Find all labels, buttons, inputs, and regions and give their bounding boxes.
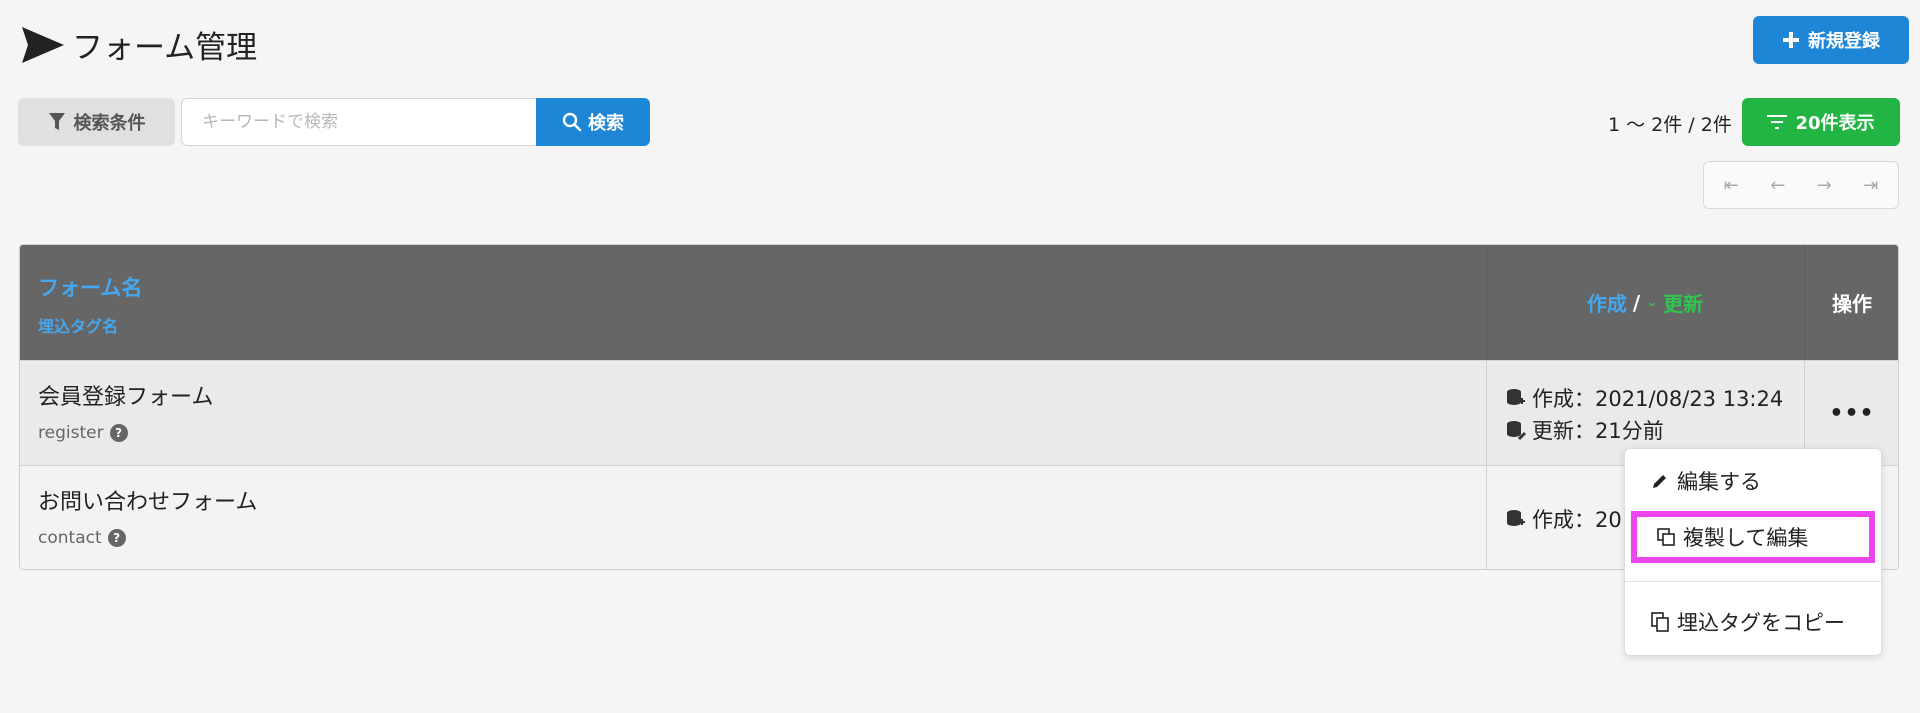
search-button[interactable]: 検索: [536, 98, 650, 146]
prev-page-icon[interactable]: ←: [1758, 175, 1798, 196]
help-icon[interactable]: ?: [107, 529, 126, 547]
header-tag-name[interactable]: 埋込タグ名: [38, 313, 118, 337]
search-button-label: 検索: [588, 113, 624, 134]
new-register-label: 新規登録: [1808, 31, 1880, 52]
chevron-down-icon: ⌄: [1646, 295, 1658, 310]
updated-date: 更新：21分前: [1506, 415, 1664, 445]
copy-icon: [1651, 612, 1669, 632]
page-header: フォーム管理: [20, 22, 257, 67]
forms-table: フォーム名 埋込タグ名 作成 / ⌄ 更新 操作 会員登録フォーム regist…: [19, 244, 1899, 570]
new-register-button[interactable]: 新規登録: [1753, 16, 1909, 64]
menu-item-edit[interactable]: 編集する: [1625, 459, 1881, 503]
per-page-button[interactable]: 20件表示: [1742, 98, 1900, 146]
database-plus-icon: [1507, 389, 1525, 405]
search-conditions-label: 検索条件: [73, 113, 146, 134]
pencil-icon: [1653, 475, 1666, 488]
form-name[interactable]: 会員登録フォーム: [38, 379, 213, 411]
form-tag-text: contact: [38, 528, 102, 548]
table-row[interactable]: お問い合わせフォーム contact ? 作成：20: [20, 465, 1898, 569]
form-tag-text: register: [38, 423, 104, 443]
table-row[interactable]: 会員登録フォーム register ? 作成：2021/08/23 13:24 …: [20, 360, 1898, 465]
menu-divider: [1625, 581, 1881, 582]
header-operations: 操作: [1832, 292, 1872, 316]
plus-icon: [1783, 32, 1799, 48]
per-page-label: 20件表示: [1795, 113, 1875, 134]
header-dates: 作成 / ⌄ 更新: [1486, 245, 1804, 360]
header-updated[interactable]: 更新: [1663, 288, 1703, 317]
column-divider: [1486, 361, 1487, 465]
header-form-name[interactable]: フォーム名: [38, 272, 142, 302]
menu-item-duplicate-edit[interactable]: 複製して編集: [1631, 511, 1875, 563]
sort-lines-icon: [1767, 115, 1788, 129]
table-header: フォーム名 埋込タグ名 作成 / ⌄ 更新 操作: [20, 245, 1898, 360]
updated-text: 更新：21分前: [1532, 419, 1664, 443]
search-input[interactable]: [181, 98, 536, 146]
created-text: 作成：20: [1532, 508, 1622, 532]
menu-item-label: 編集する: [1677, 470, 1761, 494]
filter-icon: [48, 113, 65, 130]
header-created[interactable]: 作成: [1587, 288, 1627, 317]
search-icon: [562, 112, 582, 132]
menu-item-label: 埋込タグをコピー: [1677, 611, 1845, 635]
form-tag: contact ?: [38, 528, 126, 548]
last-page-icon[interactable]: ⇥: [1851, 175, 1891, 196]
paper-plane-icon: [22, 26, 64, 63]
created-date: 作成：2021/08/23 13:24: [1506, 383, 1783, 413]
column-divider: [1486, 466, 1487, 569]
created-text: 作成：2021/08/23 13:24: [1532, 387, 1784, 411]
first-page-icon[interactable]: ⇤: [1711, 175, 1751, 196]
header-separator: /: [1632, 290, 1641, 315]
row-action-menu: 編集する 複製して編集 埋込タグをコピー: [1624, 448, 1882, 656]
database-edit-icon: [1507, 421, 1526, 440]
result-count: 1 〜 2件 / 2件: [1608, 114, 1732, 136]
pagination-controls: ⇤ ← → ⇥: [1703, 161, 1899, 209]
form-name[interactable]: お問い合わせフォーム: [38, 484, 257, 516]
database-plus-icon: [1507, 510, 1525, 526]
next-page-icon[interactable]: →: [1804, 175, 1844, 196]
created-date: 作成：20: [1506, 504, 1622, 534]
search-conditions-button[interactable]: 検索条件: [18, 98, 175, 146]
menu-item-copy-tag[interactable]: 埋込タグをコピー: [1625, 600, 1881, 644]
form-tag: register ?: [38, 423, 128, 443]
copy-edit-icon: [1657, 528, 1675, 546]
page-title: フォーム管理: [72, 30, 258, 66]
menu-item-label: 複製して編集: [1683, 526, 1809, 550]
help-icon[interactable]: ?: [109, 424, 128, 442]
